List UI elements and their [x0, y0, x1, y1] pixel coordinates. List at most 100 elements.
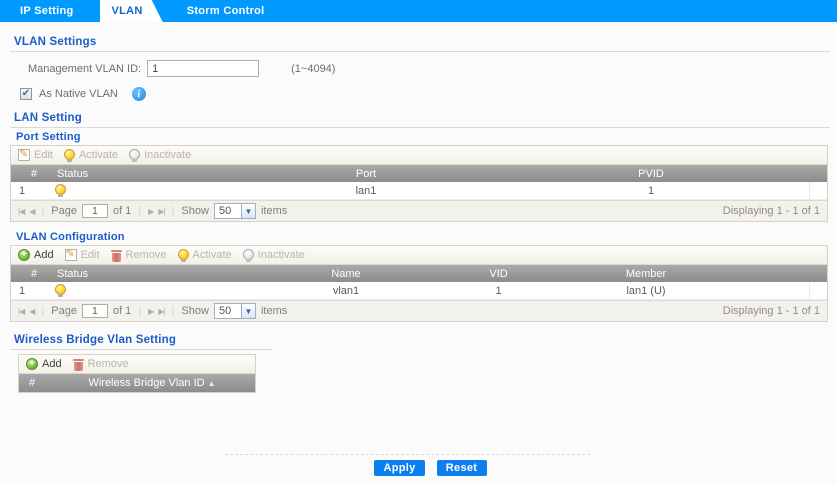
port-table-header: # Status Port PVID — [11, 165, 827, 182]
port-setting-group: Port Setting Edit Activate Inactivate # … — [10, 131, 828, 222]
page-number-input[interactable] — [82, 304, 108, 318]
vlan-table-row[interactable]: 1 vlan1 1 lan1 (U) — [11, 282, 827, 300]
wireless-bridge-table: Add Remove # Wireless Bridge Vlan ID▲ — [18, 354, 256, 393]
remove-label: Remove — [88, 358, 129, 370]
inactivate-label: Inactivate — [144, 149, 191, 161]
show-items-select[interactable]: 50 ▼ — [214, 303, 256, 319]
wireless-bridge-header: # Wireless Bridge Vlan ID▲ — [19, 374, 255, 392]
cell-spacer — [809, 282, 827, 299]
show-items-value: 50 — [215, 205, 241, 217]
bulb-off-icon — [129, 149, 140, 162]
add-label: Add — [34, 249, 54, 261]
edit-icon — [18, 149, 30, 161]
items-label: items — [261, 305, 287, 317]
first-page-icon[interactable]: |◀ — [18, 207, 24, 216]
divider: | — [172, 205, 175, 217]
remove-label: Remove — [126, 249, 167, 261]
info-icon[interactable]: i — [132, 87, 146, 101]
status-active-bulb-icon — [55, 284, 66, 297]
remove-button[interactable]: Remove — [73, 358, 129, 371]
edit-button[interactable]: Edit — [18, 149, 53, 161]
wireless-bridge-heading: Wireless Bridge Vlan Setting — [10, 334, 830, 346]
first-page-icon[interactable]: |◀ — [18, 307, 24, 316]
divider — [225, 454, 590, 455]
remove-button[interactable]: Remove — [111, 249, 167, 262]
show-items-select[interactable]: 50 ▼ — [214, 203, 256, 219]
show-label: Show — [181, 205, 209, 217]
port-setting-toolbar: Edit Activate Inactivate — [11, 146, 827, 165]
section-lan-setting: LAN Setting — [10, 112, 830, 128]
tab-bar: IP Setting VLAN Storm Control — [0, 0, 837, 22]
add-button[interactable]: Add — [18, 249, 54, 261]
cell-vid: 1 — [471, 285, 526, 297]
edit-label: Edit — [34, 149, 53, 161]
activate-button[interactable]: Activate — [64, 149, 118, 162]
port-table-pagination: |◀ ◀ | Page of 1 | ▶ ▶| | Show 50 ▼ item… — [11, 200, 827, 221]
lan-setting-heading: LAN Setting — [10, 112, 830, 124]
add-button[interactable]: Add — [26, 358, 62, 370]
activate-button[interactable]: Activate — [178, 249, 232, 262]
page-number-input[interactable] — [82, 204, 108, 218]
sort-ascending-icon: ▲ — [208, 379, 216, 388]
column-header-vlan-id[interactable]: Wireless Bridge Vlan ID ▲ — [49, 377, 255, 389]
prev-page-icon[interactable]: ◀ — [29, 307, 34, 316]
apply-button[interactable]: Apply — [374, 460, 424, 476]
native-vlan-checkbox[interactable] — [20, 88, 32, 100]
footer-actions: Apply Reset — [0, 460, 837, 476]
tab-ip-setting[interactable]: IP Setting — [8, 0, 86, 22]
vlan-id-header-label: Wireless Bridge Vlan ID — [88, 377, 204, 389]
activate-label: Activate — [79, 149, 118, 161]
vlan-settings-heading: VLAN Settings — [10, 36, 830, 48]
bulb-on-icon — [64, 149, 75, 162]
column-header-num: # — [11, 168, 51, 180]
cell-num: 1 — [11, 185, 51, 197]
inactivate-label: Inactivate — [258, 249, 305, 261]
tab-vlan[interactable]: VLAN — [100, 0, 163, 22]
port-setting-table: Edit Activate Inactivate # Status Port P… — [10, 145, 828, 222]
prev-page-icon[interactable]: ◀ — [29, 207, 34, 216]
management-vlan-row: Management VLAN ID: (1~4094) — [10, 60, 830, 77]
next-page-icon[interactable]: ▶ — [148, 207, 153, 216]
management-vlan-range-hint: (1~4094) — [291, 63, 335, 75]
native-vlan-label: As Native VLAN — [39, 88, 118, 100]
wireless-bridge-toolbar: Add Remove — [19, 355, 255, 374]
management-vlan-input[interactable] — [147, 60, 259, 77]
last-page-icon[interactable]: ▶| — [158, 307, 164, 316]
next-page-icon[interactable]: ▶ — [148, 307, 153, 316]
divider: | — [41, 205, 44, 217]
page-of-label: of 1 — [113, 205, 131, 217]
add-label: Add — [42, 358, 62, 370]
edit-icon — [65, 249, 77, 261]
column-header-port: Port — [221, 168, 511, 180]
show-items-value: 50 — [215, 305, 241, 317]
column-header-spacer — [809, 165, 827, 182]
cell-port: lan1 — [221, 185, 511, 197]
cell-spacer — [809, 182, 827, 199]
edit-button[interactable]: Edit — [65, 249, 100, 261]
trash-icon — [111, 249, 122, 262]
port-table-row[interactable]: 1 lan1 1 — [11, 182, 827, 200]
divider: | — [138, 305, 141, 317]
last-page-icon[interactable]: ▶| — [158, 207, 164, 216]
page-label: Page — [51, 305, 77, 317]
column-header-status: Status — [51, 168, 221, 180]
vlan-configuration-group: VLAN Configuration Add Edit Remove Activ… — [10, 231, 828, 322]
column-header-name: Name — [221, 268, 471, 280]
cell-status — [51, 184, 221, 197]
cell-name: vlan1 — [221, 285, 471, 297]
vlan-table-header: # Status Name VID Member — [11, 265, 827, 282]
inactivate-button[interactable]: Inactivate — [129, 149, 191, 162]
displaying-status: Displaying 1 - 1 of 1 — [723, 305, 820, 317]
bulb-on-icon — [178, 249, 189, 262]
items-label: items — [261, 205, 287, 217]
cell-pvid: 1 — [511, 185, 791, 197]
divider — [10, 51, 830, 52]
vlan-table-pagination: |◀ ◀ | Page of 1 | ▶ ▶| | Show 50 ▼ item… — [11, 300, 827, 321]
inactivate-button[interactable]: Inactivate — [243, 249, 305, 262]
chevron-down-icon: ▼ — [241, 204, 255, 218]
divider — [10, 349, 272, 350]
bulb-off-icon — [243, 249, 254, 262]
reset-button[interactable]: Reset — [437, 460, 487, 476]
tab-storm-control[interactable]: Storm Control — [175, 0, 277, 22]
native-vlan-row: As Native VLAN i — [10, 87, 830, 101]
